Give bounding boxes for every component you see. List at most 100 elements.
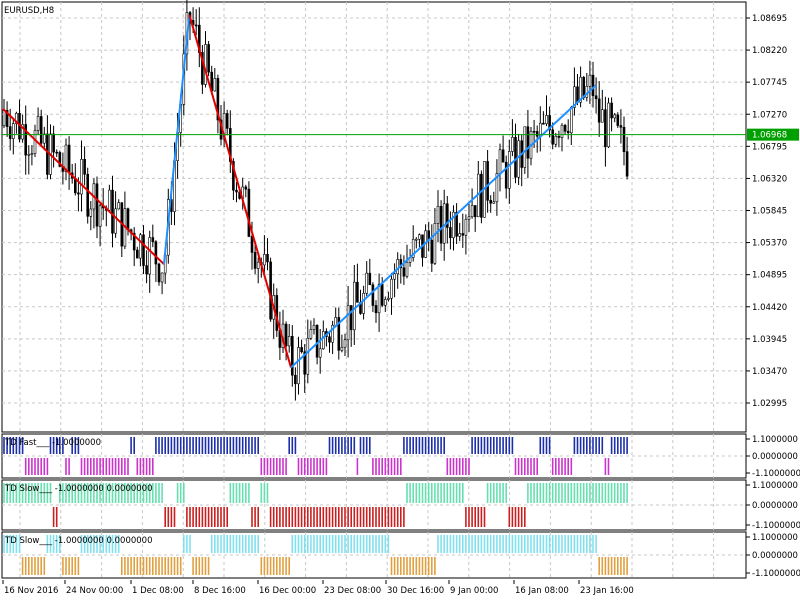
candle-body [42, 133, 46, 144]
candle-body [145, 265, 148, 275]
zigzag-down-segment [188, 14, 292, 368]
candle-body [551, 129, 555, 145]
candle-body [610, 102, 613, 119]
candle-body [52, 133, 55, 153]
indicator-axis-label: -1.1000000 [752, 521, 800, 531]
candle-body [473, 205, 477, 218]
chart-canvas[interactable]: 1.08695 1.08220 1.07745 1.07270 1.06795 1.063… [0, 0, 800, 600]
time-axis: 16 Nov 2016 24 Nov 00:00 1 Dec 08:00 8 Dec … [2, 580, 634, 596]
candle-body [480, 173, 483, 218]
candle-body [309, 329, 313, 339]
candle-body [89, 208, 93, 217]
candle-body [352, 281, 356, 331]
price-axis-label: 1.06320 [752, 174, 787, 184]
time-axis-label: 16 Jan 08:00 [515, 586, 569, 596]
candle-body [436, 205, 440, 224]
candle-body [383, 299, 387, 306]
candle-body [55, 151, 59, 154]
candle-body [64, 144, 68, 172]
indicator-title: TD Slow___ -1.0000000 0.0000000 [4, 484, 153, 494]
candle-body [569, 107, 573, 134]
candle-body [126, 208, 130, 231]
candle-body [263, 254, 266, 266]
candle-body [321, 331, 325, 350]
indicator-panels[interactable]: 1.1000000 0.0000000 -1.1000000 TD Fast___ -… [1, 433, 800, 579]
time-axis-label: 16 Dec 00:00 [259, 586, 316, 596]
candle-body [371, 284, 375, 306]
candle-body [284, 323, 288, 347]
price-axis-label: 1.07745 [752, 78, 787, 88]
candle-body [405, 261, 409, 277]
price-axis-label: 1.05370 [752, 239, 787, 249]
zigzag-down-segment [2, 108, 165, 265]
candle-body [225, 113, 229, 129]
candle-body [622, 126, 626, 152]
price-axis-label: 1.04895 [752, 271, 787, 281]
candle-body [461, 233, 465, 236]
candle-body [582, 76, 586, 98]
candle-body [563, 124, 567, 132]
candle-body [334, 317, 338, 326]
main-price-panel[interactable]: 1.08695 1.08220 1.07745 1.07270 1.06795 1.063… [1, 0, 799, 433]
candle-body [154, 241, 158, 265]
candle-body [362, 292, 365, 314]
candle-body [467, 216, 471, 220]
candle-body [77, 192, 80, 195]
price-axis-label: 1.06795 [752, 142, 787, 152]
indicator-axis-label: -1.1000000 [752, 469, 800, 479]
candle-body [287, 336, 291, 347]
candle-body [377, 283, 381, 314]
candle-body [368, 272, 372, 286]
mt4-chart-window[interactable]: 1.08695 1.08220 1.07745 1.07270 1.06795 1.063… [0, 0, 800, 600]
candle-body [33, 130, 37, 154]
candle-body [402, 267, 406, 277]
candle-body [297, 347, 300, 385]
candle-body [591, 74, 595, 97]
indicator-axis-label: 0.0000000 [752, 501, 798, 511]
candle-body [600, 109, 604, 123]
candle-body [253, 252, 257, 269]
candle-body [501, 149, 505, 163]
candle-body [207, 44, 210, 73]
candle-body [86, 173, 89, 217]
candle-body [111, 189, 114, 234]
candle-body [247, 188, 251, 237]
candle-body [349, 305, 353, 331]
candle-body [514, 136, 517, 178]
candle-body [27, 153, 31, 156]
time-axis-label: 9 Jan 00:00 [450, 586, 498, 596]
price-axis-label: 1.03470 [752, 367, 787, 377]
symbol-label: EURUSD,H8 [4, 6, 54, 16]
indicator-axis-label: 1.1000000 [752, 481, 798, 491]
candle-body [250, 236, 254, 253]
candle-body [194, 24, 198, 27]
candle-body [114, 208, 117, 234]
candle-body [346, 305, 350, 341]
indicator-axis-label: -1.1000000 [752, 569, 800, 579]
candle-body [39, 116, 43, 144]
candle-body [98, 205, 102, 227]
candle-body [588, 74, 592, 87]
time-axis-label: 23 Dec 08:00 [324, 586, 381, 596]
indicator-axis-label: 1.1000000 [752, 435, 798, 445]
candle-body [433, 223, 437, 264]
time-axis-label: 1 Dec 08:00 [132, 586, 184, 596]
candle-body [80, 159, 83, 195]
candle-body [616, 114, 620, 126]
indicator-axis-label: 0.0000000 [752, 551, 798, 561]
indicator-title: TD Fast___ -1.0000000 [4, 438, 101, 448]
candle-body [489, 199, 493, 204]
candle-body [560, 124, 564, 138]
candle-body [507, 151, 511, 189]
candle-body [2, 110, 6, 127]
candle-body [142, 234, 145, 266]
price-axis-label: 1.08695 [752, 14, 787, 24]
price-axis-label: 1.07270 [752, 110, 787, 120]
candle-body [557, 135, 561, 138]
candle-body [365, 272, 369, 294]
candle-body [148, 237, 151, 275]
price-axis-label: 1.02995 [752, 399, 787, 409]
candle-body [566, 130, 570, 134]
candle-body [343, 339, 347, 348]
candle-body [464, 218, 468, 236]
